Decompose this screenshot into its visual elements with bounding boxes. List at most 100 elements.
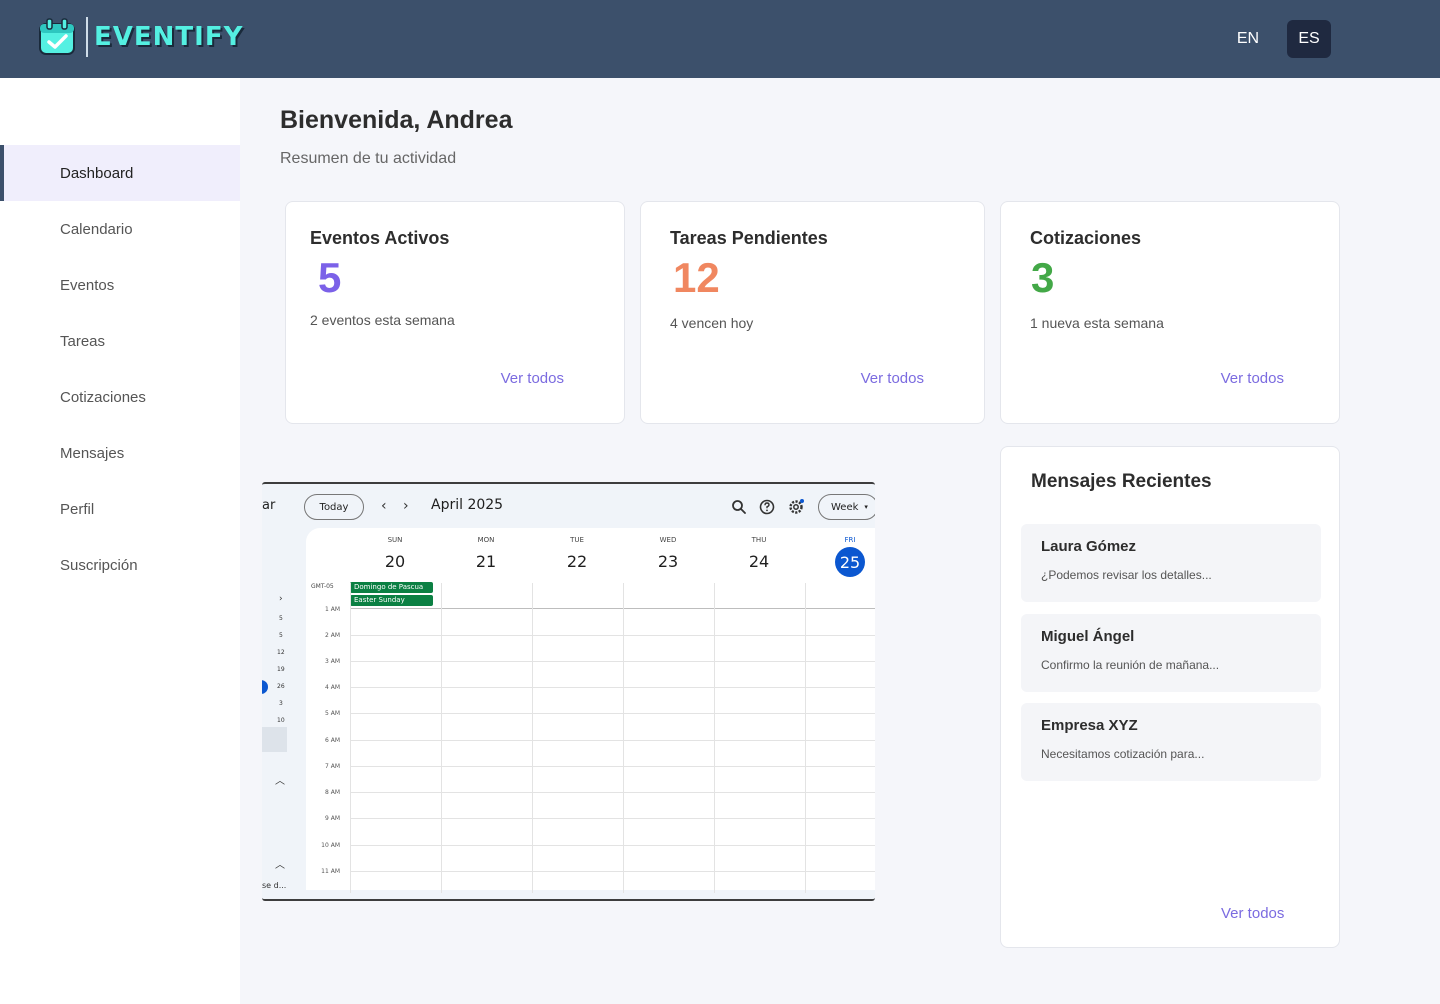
mini-cal-day[interactable]: 10	[277, 717, 285, 724]
sidebar: Dashboard Calendario Eventos Tareas Coti…	[0, 78, 240, 1004]
day-number[interactable]: 22	[532, 552, 622, 571]
sidebar-item-tareas[interactable]: Tareas	[0, 313, 240, 369]
day-label: SUN	[387, 536, 403, 544]
hour-line	[350, 818, 875, 819]
brand-name: EVENTIFY	[94, 22, 244, 52]
chevron-up-icon[interactable]: ︿	[275, 856, 285, 871]
day-column-line	[532, 583, 533, 893]
calendar-widget: ar Today ‹ › April 2025 Week ▾ ‹ › 5 5 1…	[262, 482, 875, 901]
lang-es-button[interactable]: ES	[1287, 20, 1331, 58]
message-sender: Empresa XYZ	[1041, 717, 1138, 734]
day-label: THU	[751, 536, 767, 544]
sidebar-item-mensajes[interactable]: Mensajes	[0, 425, 240, 481]
search-icon[interactable]	[730, 498, 748, 516]
hour-line	[350, 635, 875, 636]
stat-card-tareas: Tareas Pendientes 12 4 vencen hoy Ver to…	[640, 201, 985, 424]
hour-label: 5 AM	[324, 710, 340, 717]
ver-todos-link[interactable]: Ver todos	[861, 370, 924, 387]
calendar-list-fragment: se d...	[262, 881, 287, 890]
hour-label: 6 AM	[324, 737, 340, 744]
all-day-divider	[350, 608, 875, 609]
stat-card-subtitle: 2 eventos esta semana	[310, 312, 455, 328]
logo-divider	[86, 17, 88, 57]
stat-card-value: 5	[318, 254, 342, 301]
mini-cal-day[interactable]: 3	[279, 700, 283, 707]
message-item[interactable]: Laura Gómez ¿Podemos revisar los detalle…	[1021, 524, 1321, 602]
stat-card-title: Eventos Activos	[310, 228, 450, 248]
calendar-event[interactable]: Domingo de Pascua	[350, 582, 433, 593]
sidebar-item-eventos[interactable]: Eventos	[0, 257, 240, 313]
stat-card-title: Tareas Pendientes	[670, 228, 828, 248]
stat-card-value: 3	[1031, 254, 1055, 301]
stat-card-subtitle: 1 nueva esta semana	[1030, 315, 1164, 331]
message-item[interactable]: Miguel Ángel Confirmo la reunión de maña…	[1021, 614, 1321, 692]
hour-label: 7 AM	[324, 763, 340, 770]
calendar-title-fragment: ar	[262, 498, 276, 513]
hour-label: 2 AM	[324, 632, 340, 639]
mini-cal-day[interactable]: 19	[277, 666, 285, 673]
sidebar-item-perfil[interactable]: Perfil	[0, 481, 240, 537]
prev-week-icon[interactable]: ‹	[381, 498, 387, 514]
day-number[interactable]: 21	[441, 552, 531, 571]
view-select[interactable]: Week ▾	[818, 494, 875, 520]
mini-cal-day[interactable]: 12	[277, 649, 285, 656]
message-preview: Confirmo la reunión de mañana...	[1041, 658, 1220, 672]
today-day-number[interactable]: 25	[835, 547, 865, 577]
day-column-line	[441, 583, 442, 893]
chevron-up-icon[interactable]: ︿	[275, 772, 285, 787]
stat-card-eventos: Eventos Activos 5 2 eventos esta semana …	[285, 201, 625, 424]
stat-card-subtitle: 4 vencen hoy	[670, 315, 754, 331]
hour-line	[350, 661, 875, 662]
day-column-line	[350, 583, 351, 893]
logo[interactable]: EVENTIFY	[36, 16, 243, 58]
ver-todos-link[interactable]: Ver todos	[1221, 905, 1284, 922]
day-label: MON	[477, 536, 495, 544]
day-number[interactable]: 24	[714, 552, 804, 571]
hour-line	[350, 687, 875, 688]
message-sender: Miguel Ángel	[1041, 628, 1135, 645]
help-icon[interactable]	[758, 498, 776, 516]
today-button[interactable]: Today	[304, 494, 364, 520]
hour-line	[350, 766, 875, 767]
message-item[interactable]: Empresa XYZ Necesitamos cotización para.…	[1021, 703, 1321, 781]
day-column-line	[805, 583, 806, 893]
timezone-label: GMT-05	[311, 583, 334, 590]
hour-label: 11 AM	[321, 868, 340, 875]
day-number[interactable]: 20	[350, 552, 440, 571]
sidebar-item-cotizaciones[interactable]: Cotizaciones	[0, 369, 240, 425]
hour-label: 8 AM	[324, 789, 340, 796]
settings-icon[interactable]	[787, 498, 805, 516]
page-title: Bienvenida, Andrea	[280, 106, 513, 134]
stat-card-title: Cotizaciones	[1030, 228, 1142, 248]
lang-en-button[interactable]: EN	[1226, 20, 1270, 58]
top-bar: EVENTIFY EN ES	[0, 0, 1440, 78]
hour-line	[350, 792, 875, 793]
hour-label: 9 AM	[324, 815, 340, 822]
mini-cal-next-icon[interactable]: ›	[279, 594, 283, 604]
message-preview: Necesitamos cotización para...	[1041, 747, 1205, 761]
calendar-event[interactable]: Easter Sunday	[350, 595, 433, 606]
hour-label: 1 AM	[324, 606, 340, 613]
week-grid: SUN 20 MON 21 TUE 22 WED 23 THU 24 FRI 2…	[306, 528, 875, 893]
next-week-icon[interactable]: ›	[403, 498, 409, 514]
page-subtitle: Resumen de tu actividad	[280, 150, 457, 167]
sidebar-item-dashboard[interactable]: Dashboard	[0, 145, 240, 201]
day-label: TUE	[570, 536, 584, 544]
day-column-line	[714, 583, 715, 893]
ver-todos-link[interactable]: Ver todos	[501, 370, 564, 387]
sidebar-item-suscripcion[interactable]: Suscripción	[0, 537, 240, 593]
mini-cal-day[interactable]: 5	[279, 615, 283, 622]
hour-label: 4 AM	[324, 684, 340, 691]
mini-cal-day[interactable]: 26	[277, 683, 285, 690]
ver-todos-link[interactable]: Ver todos	[1221, 370, 1284, 387]
hour-line	[350, 845, 875, 846]
mini-cal-highlight	[262, 727, 287, 752]
hour-label: 3 AM	[324, 658, 340, 665]
day-label-today: FRI	[844, 536, 856, 544]
day-column-line	[623, 583, 624, 893]
day-number[interactable]: 23	[623, 552, 713, 571]
mini-cal-selected-day[interactable]	[262, 680, 268, 694]
sidebar-item-calendario[interactable]: Calendario	[0, 201, 240, 257]
mini-cal-day[interactable]: 5	[279, 632, 283, 639]
message-sender: Laura Gómez	[1041, 538, 1137, 555]
